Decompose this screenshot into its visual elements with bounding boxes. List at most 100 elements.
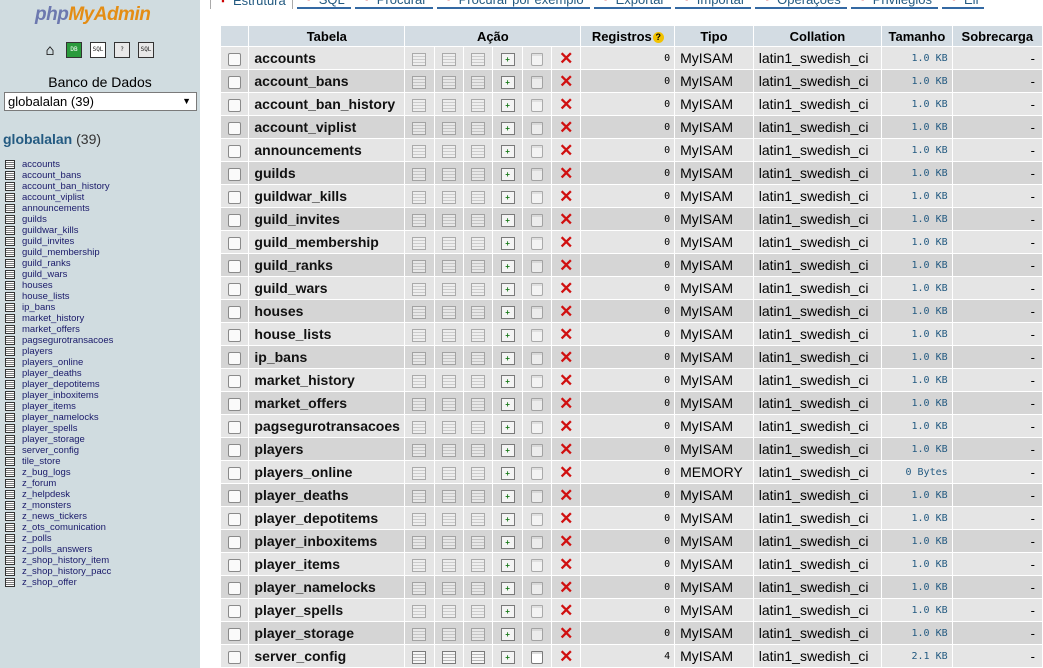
row-checkbox[interactable] <box>228 650 242 664</box>
structure-icon[interactable] <box>441 512 456 526</box>
search-icon[interactable] <box>471 374 486 388</box>
nav-table-item[interactable]: guild_wars <box>5 269 113 280</box>
table-name-link[interactable]: account_bans <box>249 70 405 92</box>
drop-action[interactable]: ✕ <box>552 47 581 69</box>
row-checkbox[interactable] <box>228 98 242 112</box>
insert-icon[interactable]: + <box>500 650 515 664</box>
drop-action[interactable]: ✕ <box>552 622 581 644</box>
table-icon[interactable] <box>5 556 15 565</box>
table-name-link[interactable]: player_namelocks <box>249 576 405 598</box>
empty-icon[interactable] <box>530 328 543 342</box>
insert-action[interactable]: + <box>493 277 522 299</box>
table-size[interactable]: 1.0 KB <box>882 392 952 414</box>
search-action[interactable] <box>463 553 493 575</box>
empty-icon[interactable] <box>530 535 543 549</box>
insert-icon[interactable]: + <box>500 305 515 319</box>
row-checkbox[interactable] <box>228 351 242 365</box>
table-icon[interactable] <box>5 369 15 378</box>
drop-action[interactable]: ✕ <box>552 139 581 161</box>
drop-action[interactable]: ✕ <box>552 553 581 575</box>
table-size[interactable]: 1.0 KB <box>882 185 952 207</box>
table-icon[interactable] <box>5 446 15 455</box>
table-size[interactable]: 1.0 KB <box>882 323 952 345</box>
structure-action[interactable] <box>434 300 463 322</box>
nav-table-item[interactable]: pagsegurotransacoes <box>5 335 113 346</box>
table-icon[interactable] <box>5 479 15 488</box>
table-name-link[interactable]: guild_membership <box>249 231 405 253</box>
browse-action[interactable] <box>405 576 434 598</box>
tab-1[interactable]: ▪ SQL <box>296 0 351 9</box>
structure-action[interactable] <box>434 576 463 598</box>
browse-action[interactable] <box>405 300 434 322</box>
browse-action[interactable] <box>405 484 434 506</box>
header-collation[interactable]: Collation <box>753 26 882 46</box>
drop-action[interactable]: ✕ <box>552 576 581 598</box>
browse-action[interactable] <box>405 162 434 184</box>
insert-icon[interactable]: + <box>500 558 515 572</box>
empty-icon[interactable] <box>530 52 543 66</box>
browse-icon[interactable] <box>412 443 427 457</box>
insert-action[interactable]: + <box>493 599 522 621</box>
insert-action[interactable]: + <box>493 70 522 92</box>
table-size[interactable]: 1.0 KB <box>882 415 952 437</box>
empty-action[interactable] <box>522 369 552 391</box>
structure-icon[interactable] <box>441 604 456 618</box>
empty-action[interactable] <box>522 622 552 644</box>
structure-icon[interactable] <box>441 213 456 227</box>
search-icon[interactable] <box>471 236 486 250</box>
search-icon[interactable] <box>471 650 486 664</box>
search-action[interactable] <box>463 438 493 460</box>
drop-icon[interactable]: ✕ <box>559 119 573 136</box>
browse-action[interactable] <box>405 185 434 207</box>
structure-icon[interactable] <box>441 236 456 250</box>
nav-table-item[interactable]: player_storage <box>5 434 113 445</box>
empty-action[interactable] <box>522 599 552 621</box>
drop-action[interactable]: ✕ <box>552 277 581 299</box>
docs-icon[interactable]: ? <box>114 42 130 58</box>
empty-action[interactable] <box>522 139 552 161</box>
table-icon[interactable] <box>5 237 15 246</box>
tab-7[interactable]: ▪ Privilégios <box>850 0 939 9</box>
browse-action[interactable] <box>405 507 434 529</box>
table-size[interactable]: 1.0 KB <box>882 231 952 253</box>
browse-action[interactable] <box>405 277 434 299</box>
search-action[interactable] <box>463 93 493 115</box>
search-icon[interactable] <box>471 581 486 595</box>
row-checkbox[interactable] <box>228 213 242 227</box>
empty-action[interactable] <box>522 484 552 506</box>
browse-action[interactable] <box>405 622 434 644</box>
insert-action[interactable]: + <box>493 507 522 529</box>
empty-action[interactable] <box>522 185 552 207</box>
table-icon[interactable] <box>5 281 15 290</box>
table-icon[interactable] <box>5 160 15 169</box>
nav-table-item[interactable]: player_depotitems <box>5 379 113 390</box>
drop-action[interactable]: ✕ <box>552 231 581 253</box>
insert-icon[interactable]: + <box>500 144 515 158</box>
browse-action[interactable] <box>405 369 434 391</box>
structure-icon[interactable] <box>441 627 456 641</box>
insert-icon[interactable]: + <box>500 52 515 66</box>
browse-action[interactable] <box>405 415 434 437</box>
browse-icon[interactable] <box>412 558 427 572</box>
nav-table-item[interactable]: player_spells <box>5 423 113 434</box>
insert-action[interactable]: + <box>493 553 522 575</box>
empty-action[interactable] <box>522 530 552 552</box>
empty-action[interactable] <box>522 553 552 575</box>
drop-icon[interactable]: ✕ <box>559 326 573 343</box>
empty-icon[interactable] <box>530 420 543 434</box>
table-icon[interactable] <box>5 248 15 257</box>
structure-icon[interactable] <box>441 305 456 319</box>
header-sobrecarga[interactable]: Sobrecarga <box>952 26 1042 46</box>
insert-icon[interactable]: + <box>500 489 515 503</box>
table-size[interactable]: 1.0 KB <box>882 346 952 368</box>
browse-action[interactable] <box>405 553 434 575</box>
search-icon[interactable] <box>471 351 486 365</box>
drop-action[interactable]: ✕ <box>552 162 581 184</box>
table-icon[interactable] <box>5 226 15 235</box>
row-checkbox[interactable] <box>228 420 242 434</box>
empty-icon[interactable] <box>530 144 543 158</box>
empty-action[interactable] <box>522 645 552 667</box>
table-icon[interactable] <box>5 182 15 191</box>
insert-icon[interactable]: + <box>500 374 515 388</box>
search-action[interactable] <box>463 70 493 92</box>
